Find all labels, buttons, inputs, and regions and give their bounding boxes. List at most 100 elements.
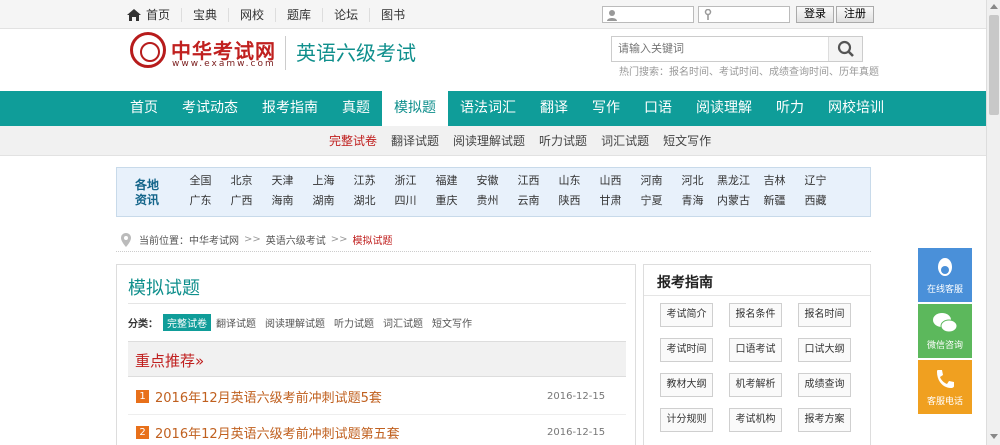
main-nav-writing[interactable]: 写作 <box>580 91 632 126</box>
top-nav-baodian[interactable]: 宝典 <box>182 7 230 22</box>
region-link[interactable]: 天津 <box>262 173 303 188</box>
region-link[interactable]: 江苏 <box>344 173 385 188</box>
region-link[interactable]: 湖南 <box>303 193 344 208</box>
vertical-scrollbar[interactable] <box>986 0 1000 445</box>
scroll-up-arrow-icon[interactable] <box>990 4 998 9</box>
search-input[interactable] <box>612 37 826 61</box>
region-link[interactable]: 重庆 <box>426 193 467 208</box>
top-nav: 首页 宝典 网校 题库 论坛 图书 <box>124 0 416 29</box>
guide-link-button[interactable]: 考试时间 <box>660 338 713 362</box>
region-link[interactable]: 河南 <box>631 173 672 188</box>
region-link[interactable]: 福建 <box>426 173 467 188</box>
category-full-papers[interactable]: 完整试卷 <box>163 314 211 331</box>
sub-nav-full-papers[interactable]: 完整试卷 <box>322 126 384 156</box>
region-link[interactable]: 湖北 <box>344 193 385 208</box>
sub-nav-vocabulary[interactable]: 词汇试题 <box>594 126 656 156</box>
region-link[interactable]: 内蒙古 <box>713 193 754 208</box>
region-link[interactable]: 青海 <box>672 193 713 208</box>
region-link[interactable]: 宁夏 <box>631 193 672 208</box>
main-nav-translation[interactable]: 翻译 <box>528 91 580 126</box>
region-link[interactable]: 北京 <box>221 173 262 188</box>
top-nav-books[interactable]: 图书 <box>370 8 416 22</box>
login-button[interactable]: 登录 <box>796 6 834 23</box>
online-service-label: 在线客服 <box>926 285 963 295</box>
region-link[interactable]: 陕西 <box>549 193 590 208</box>
region-link[interactable]: 贵州 <box>467 193 508 208</box>
category-vocabulary[interactable]: 词汇试题 <box>379 314 427 331</box>
main-nav-listening[interactable]: 听力 <box>764 91 816 126</box>
breadcrumb-current[interactable]: 模拟试题 <box>353 232 393 247</box>
main-nav-guide[interactable]: 报考指南 <box>250 91 330 126</box>
region-link[interactable]: 江西 <box>508 173 549 188</box>
region-link[interactable]: 广东 <box>180 193 221 208</box>
sub-nav-writing[interactable]: 短文写作 <box>656 126 718 156</box>
region-link[interactable]: 新疆 <box>754 193 795 208</box>
category-listening[interactable]: 听力试题 <box>330 314 378 331</box>
guide-link-button[interactable]: 教材大纲 <box>660 373 713 397</box>
region-link[interactable]: 广西 <box>221 193 262 208</box>
wechat-button[interactable]: 微信咨询 <box>918 304 972 358</box>
region-link[interactable]: 云南 <box>508 193 549 208</box>
main-nav-speaking[interactable]: 口语 <box>632 91 684 126</box>
sub-nav-listening[interactable]: 听力试题 <box>532 126 594 156</box>
register-button[interactable]: 注册 <box>836 6 874 23</box>
category-reading[interactable]: 阅读理解试题 <box>261 314 329 331</box>
main-nav-home[interactable]: 首页 <box>118 91 170 126</box>
top-nav-forum[interactable]: 论坛 <box>323 7 371 22</box>
article-number-badge: 1 <box>136 390 149 403</box>
region-link[interactable]: 甘肃 <box>590 193 631 208</box>
category-writing[interactable]: 短文写作 <box>428 314 476 331</box>
phone-service-button[interactable]: 客服电话 <box>918 360 972 414</box>
sub-nav-reading[interactable]: 阅读理解试题 <box>446 126 532 156</box>
main-nav-past-papers[interactable]: 真题 <box>330 91 382 126</box>
scroll-down-arrow-icon[interactable] <box>990 434 998 439</box>
region-link[interactable]: 河北 <box>672 173 713 188</box>
guide-link-button[interactable]: 报名时间 <box>798 303 851 327</box>
region-link[interactable]: 吉林 <box>754 173 795 188</box>
search-button[interactable] <box>828 37 862 61</box>
guide-link-button[interactable]: 机考解析 <box>729 373 782 397</box>
region-link[interactable]: 山西 <box>590 173 631 188</box>
article-date: 2016-12-15 <box>547 391 606 402</box>
guide-link-button[interactable]: 口试大纲 <box>798 338 851 362</box>
online-service-button[interactable]: 在线客服 <box>918 248 972 302</box>
scroll-thumb[interactable] <box>989 15 999 115</box>
region-link[interactable]: 黑龙江 <box>713 173 754 188</box>
breadcrumb-home[interactable]: 中华考试网 <box>189 232 239 247</box>
top-nav-tiku[interactable]: 题库 <box>276 7 324 22</box>
region-link[interactable]: 辽宁 <box>795 173 836 188</box>
sub-nav-translation[interactable]: 翻译试题 <box>384 126 446 156</box>
region-link[interactable]: 安徽 <box>467 173 508 188</box>
breadcrumb-cet6[interactable]: 英语六级考试 <box>266 232 326 247</box>
guide-link-button[interactable]: 报考方案 <box>798 408 851 432</box>
key-icon <box>704 9 712 20</box>
guide-link-button[interactable]: 报名条件 <box>729 303 782 327</box>
guide-link-button[interactable]: 成绩查询 <box>798 373 851 397</box>
top-nav-wangxiao[interactable]: 网校 <box>229 7 277 22</box>
article-item: 2 2016年12月英语六级考前冲刺试题第五套 2016-12-15 <box>128 415 626 445</box>
guide-link-button[interactable]: 计分规则 <box>660 408 713 432</box>
main-nav-news[interactable]: 考试动态 <box>170 91 250 126</box>
region-link[interactable]: 海南 <box>262 193 303 208</box>
site-logo[interactable]: 中华考试网 www.examw.com <box>130 32 280 72</box>
guide-header: 报考指南 <box>644 265 870 296</box>
article-title-link[interactable]: 2016年12月英语六级考前冲刺试题第五套 <box>155 423 400 442</box>
category-translation[interactable]: 翻译试题 <box>212 314 260 331</box>
password-input[interactable] <box>717 7 789 23</box>
guide-link-button[interactable]: 口语考试 <box>729 338 782 362</box>
article-title-link[interactable]: 2016年12月英语六级考前冲刺试题5套 <box>155 387 382 406</box>
guide-link-button[interactable]: 考试简介 <box>660 303 713 327</box>
region-link[interactable]: 上海 <box>303 173 344 188</box>
region-link[interactable]: 山东 <box>549 173 590 188</box>
username-input[interactable] <box>621 7 693 23</box>
main-nav-training[interactable]: 网校培训 <box>816 91 896 126</box>
region-link[interactable]: 全国 <box>180 173 221 188</box>
main-nav-mock-tests[interactable]: 模拟题 <box>382 91 448 126</box>
main-nav-reading[interactable]: 阅读理解 <box>684 91 764 126</box>
main-nav-grammar[interactable]: 语法词汇 <box>448 91 528 126</box>
region-link[interactable]: 浙江 <box>385 173 426 188</box>
region-link[interactable]: 西藏 <box>795 193 836 208</box>
region-link[interactable]: 四川 <box>385 193 426 208</box>
top-nav-home[interactable]: 首页 <box>124 7 183 22</box>
guide-link-button[interactable]: 考试机构 <box>729 408 782 432</box>
